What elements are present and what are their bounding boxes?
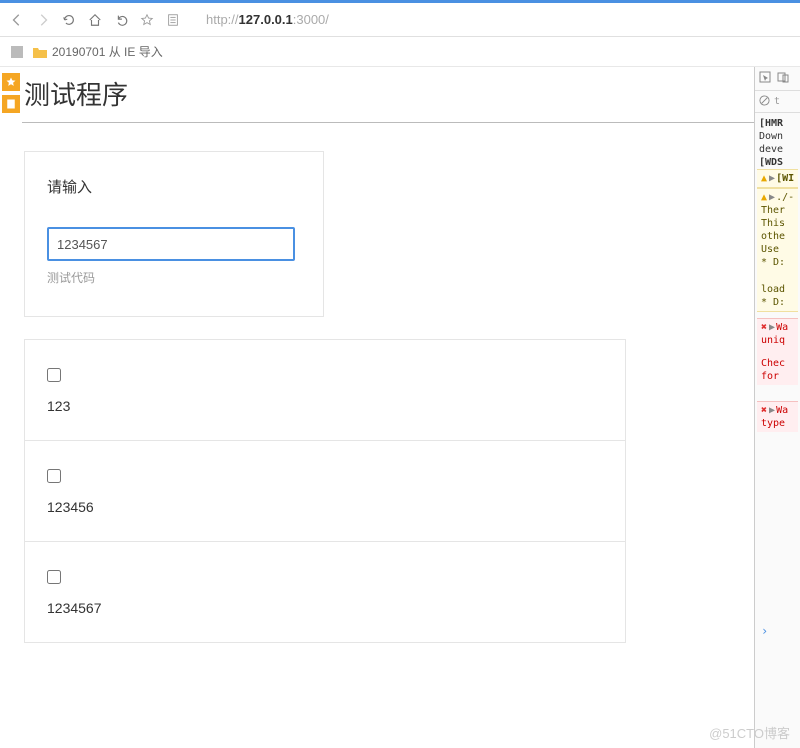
item-text: 1234567 xyxy=(47,600,603,616)
bookmark-folder-item[interactable]: 20190701 从 IE 导入 xyxy=(32,43,163,60)
list-item: 123 xyxy=(24,339,626,441)
error-icon: ✖ xyxy=(761,322,767,333)
clear-icon[interactable] xyxy=(759,95,770,109)
filter-text[interactable]: t xyxy=(774,96,780,107)
console-warning: ▲▶[WI xyxy=(757,169,798,188)
undo-button[interactable] xyxy=(110,9,132,31)
main-area: 测试程序 请输入 测试代码 123 123456 1234567 xyxy=(22,67,754,748)
content-wrap: 测试程序 请输入 测试代码 123 123456 1234567 xyxy=(0,67,800,748)
input-label: 请输入 xyxy=(47,176,301,197)
list-item: 1234567 xyxy=(24,542,626,643)
input-card: 请输入 测试代码 xyxy=(24,151,324,317)
forward-button[interactable] xyxy=(32,9,54,31)
console-warning: ▲▶./- Ther This othe Use * D: load * D: xyxy=(757,188,798,312)
console-error: ✖▶Wa type xyxy=(757,401,798,432)
item-checkbox[interactable] xyxy=(47,368,61,382)
inspect-icon[interactable] xyxy=(759,71,771,86)
refresh-button[interactable] xyxy=(58,9,80,31)
url-protocol: http:// xyxy=(206,12,239,27)
item-text: 123456 xyxy=(47,499,603,515)
devtools-console[interactable]: [HMR Down deve [WDS ▲▶[WI ▲▶./- Ther Thi… xyxy=(755,113,800,436)
star-button[interactable] xyxy=(136,9,158,31)
item-text: 123 xyxy=(47,398,603,414)
title-rule xyxy=(22,122,754,123)
reader-button[interactable] xyxy=(162,9,184,31)
console-line: deve xyxy=(757,143,798,156)
url-host: 127.0.0.1 xyxy=(239,12,293,27)
error-icon: ✖ xyxy=(761,405,767,416)
note-icon[interactable] xyxy=(2,95,20,113)
bookmark-square-icon xyxy=(10,45,24,59)
bookmark-bar: 20190701 从 IE 导入 xyxy=(0,37,800,67)
url-port: :3000/ xyxy=(293,12,329,27)
item-checkbox[interactable] xyxy=(47,469,61,483)
watermark: @51CTO博客 xyxy=(709,723,790,742)
warning-icon: ▲ xyxy=(761,192,767,203)
console-error: ✖▶Wa uniq Chec for xyxy=(757,318,798,385)
input-help-text: 测试代码 xyxy=(47,269,301,286)
devtools-filter-bar: t xyxy=(755,91,800,113)
item-checkbox[interactable] xyxy=(47,570,61,584)
warning-icon: ▲ xyxy=(761,173,767,184)
console-prompt-icon[interactable]: › xyxy=(761,624,768,638)
address-bar[interactable]: http://127.0.0.1:3000/ xyxy=(198,8,794,32)
browser-toolbar: http://127.0.0.1:3000/ xyxy=(0,3,800,37)
console-line: Down xyxy=(757,130,798,143)
devtools-panel: t [HMR Down deve [WDS ▲▶[WI ▲▶./- Ther T… xyxy=(754,67,800,748)
back-button[interactable] xyxy=(6,9,28,31)
devtools-header xyxy=(755,67,800,91)
page-title: 测试程序 xyxy=(22,67,754,122)
left-edge-rail xyxy=(0,67,22,748)
list-area: 123 123456 1234567 xyxy=(24,339,626,643)
console-line: [WDS xyxy=(757,156,798,169)
folder-icon xyxy=(32,45,48,59)
list-item: 123456 xyxy=(24,441,626,542)
console-line: [HMR xyxy=(757,117,798,130)
text-input[interactable] xyxy=(47,227,295,261)
device-icon[interactable] xyxy=(777,71,789,86)
home-button[interactable] xyxy=(84,9,106,31)
favorite-icon[interactable] xyxy=(2,73,20,91)
bookmark-folder-label: 20190701 从 IE 导入 xyxy=(52,43,163,60)
